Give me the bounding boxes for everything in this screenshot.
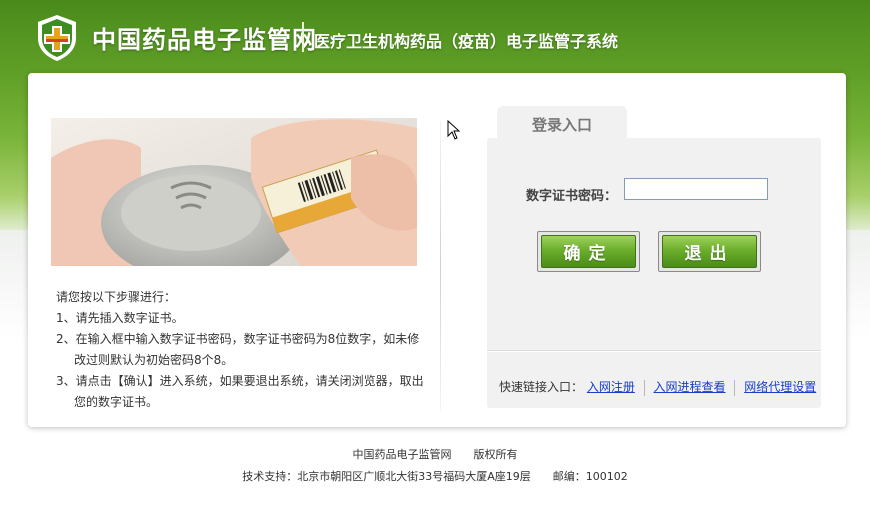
login-box: 数字证书密码： 确定 退出 快速链接入口： 入网注册 入网进程查看 网络代理设置 xyxy=(487,138,821,408)
password-input[interactable] xyxy=(624,178,768,200)
instructions-step-1: 1、请先插入数字证书。 xyxy=(56,311,184,325)
instructions-step-2: 2、在输入框中输入数字证书密码，数字证书密码为8位数字，如未修 xyxy=(56,332,420,346)
link-separator xyxy=(643,379,645,396)
password-label: 数字证书密码： xyxy=(526,189,618,204)
link-separator xyxy=(734,379,736,396)
login-separator xyxy=(487,350,821,352)
vertical-divider xyxy=(440,121,441,411)
instructions-step-3-cont: 您的数字证书。 xyxy=(74,395,159,409)
ok-button[interactable]: 确定 xyxy=(541,235,636,268)
link-register[interactable]: 入网注册 xyxy=(587,380,635,394)
login-tab: 登录入口 xyxy=(497,106,627,138)
main-panel: 请您按以下步骤进行： 1、请先插入数字证书。 2、在输入框中输入数字证书密码，数… xyxy=(28,73,846,427)
title-divider xyxy=(302,22,304,52)
exit-button[interactable]: 退出 xyxy=(662,235,757,268)
footer-copyright: 中国药品电子监管网 版权所有 xyxy=(352,448,518,461)
link-proxy-settings[interactable]: 网络代理设置 xyxy=(744,380,816,394)
instructions-step-2-cont: 改过则默认为初始密码8个8。 xyxy=(74,353,234,367)
footer-support: 技术支持：北京市朝阳区广顺北大街33号福码大厦A座19层 邮编：100102 xyxy=(242,470,628,483)
header: 中国药品电子监管网 医疗卫生机构药品（疫苗）电子监管子系统 xyxy=(0,0,870,75)
exit-button-frame: 退出 xyxy=(658,231,761,272)
instructions: 请您按以下步骤进行： 1、请先插入数字证书。 2、在输入框中输入数字证书密码，数… xyxy=(56,287,436,413)
instructions-intro: 请您按以下步骤进行： xyxy=(56,290,177,304)
shield-cross-logo-icon xyxy=(38,15,76,61)
instructions-step-3: 3、请点击【确认】进入系统，如果要退出系统，请关闭浏览器，取出 xyxy=(56,374,424,388)
ok-button-frame: 确定 xyxy=(537,231,640,272)
mouse-pointer-icon xyxy=(447,120,461,140)
quick-links: 快速链接入口： 入网注册 入网进程查看 网络代理设置 xyxy=(499,378,816,396)
link-progress[interactable]: 入网进程查看 xyxy=(654,380,726,394)
subsystem-title: 医疗卫生机构药品（疫苗）电子监管子系统 xyxy=(314,32,619,51)
quick-links-label: 快速链接入口： xyxy=(499,380,584,394)
site-title: 中国药品电子监管网 xyxy=(92,26,317,54)
card-scanner-photo xyxy=(51,118,417,266)
